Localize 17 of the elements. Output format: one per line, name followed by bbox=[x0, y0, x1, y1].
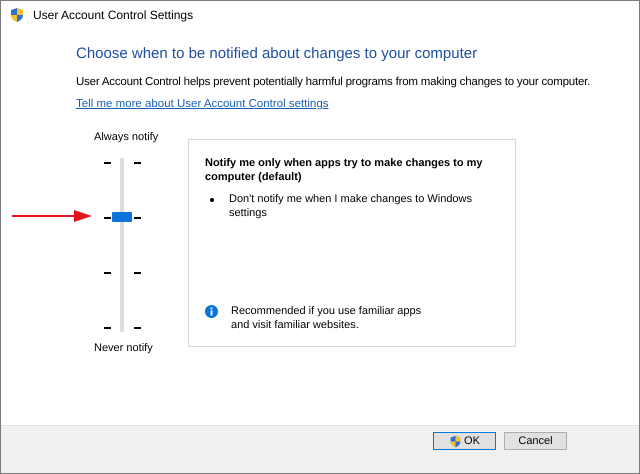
description-text: User Account Control helps prevent potentially harmful programs from making changes to your computer. bbox=[76, 74, 592, 90]
info-icon bbox=[205, 305, 218, 318]
page-heading: Choose when to be notified about changes to your computer bbox=[76, 45, 478, 64]
bullet-text: Don't notify me when I make changes to Windows settings bbox=[229, 192, 473, 220]
panel-title: Notify me only when apps try to make changes to my computer (default) bbox=[205, 156, 484, 184]
pointer-arrow-icon bbox=[12, 209, 92, 224]
always-notify-label: Always notify bbox=[94, 130, 158, 145]
bullet-icon bbox=[210, 198, 214, 202]
shield-icon bbox=[449, 434, 462, 448]
shield-icon bbox=[9, 7, 25, 23]
recommendation-note: Recommended if you use familiar apps and visit familiar websites. bbox=[231, 304, 422, 332]
slider-thumb[interactable] bbox=[112, 212, 132, 222]
cancel-button[interactable]: Cancel bbox=[504, 432, 567, 450]
learn-more-link[interactable]: Tell me more about User Account Control settings bbox=[76, 98, 328, 110]
window-title: User Account Control Settings bbox=[33, 7, 194, 24]
never-notify-label: Never notify bbox=[94, 340, 153, 356]
ok-button[interactable]: OK bbox=[433, 432, 496, 450]
